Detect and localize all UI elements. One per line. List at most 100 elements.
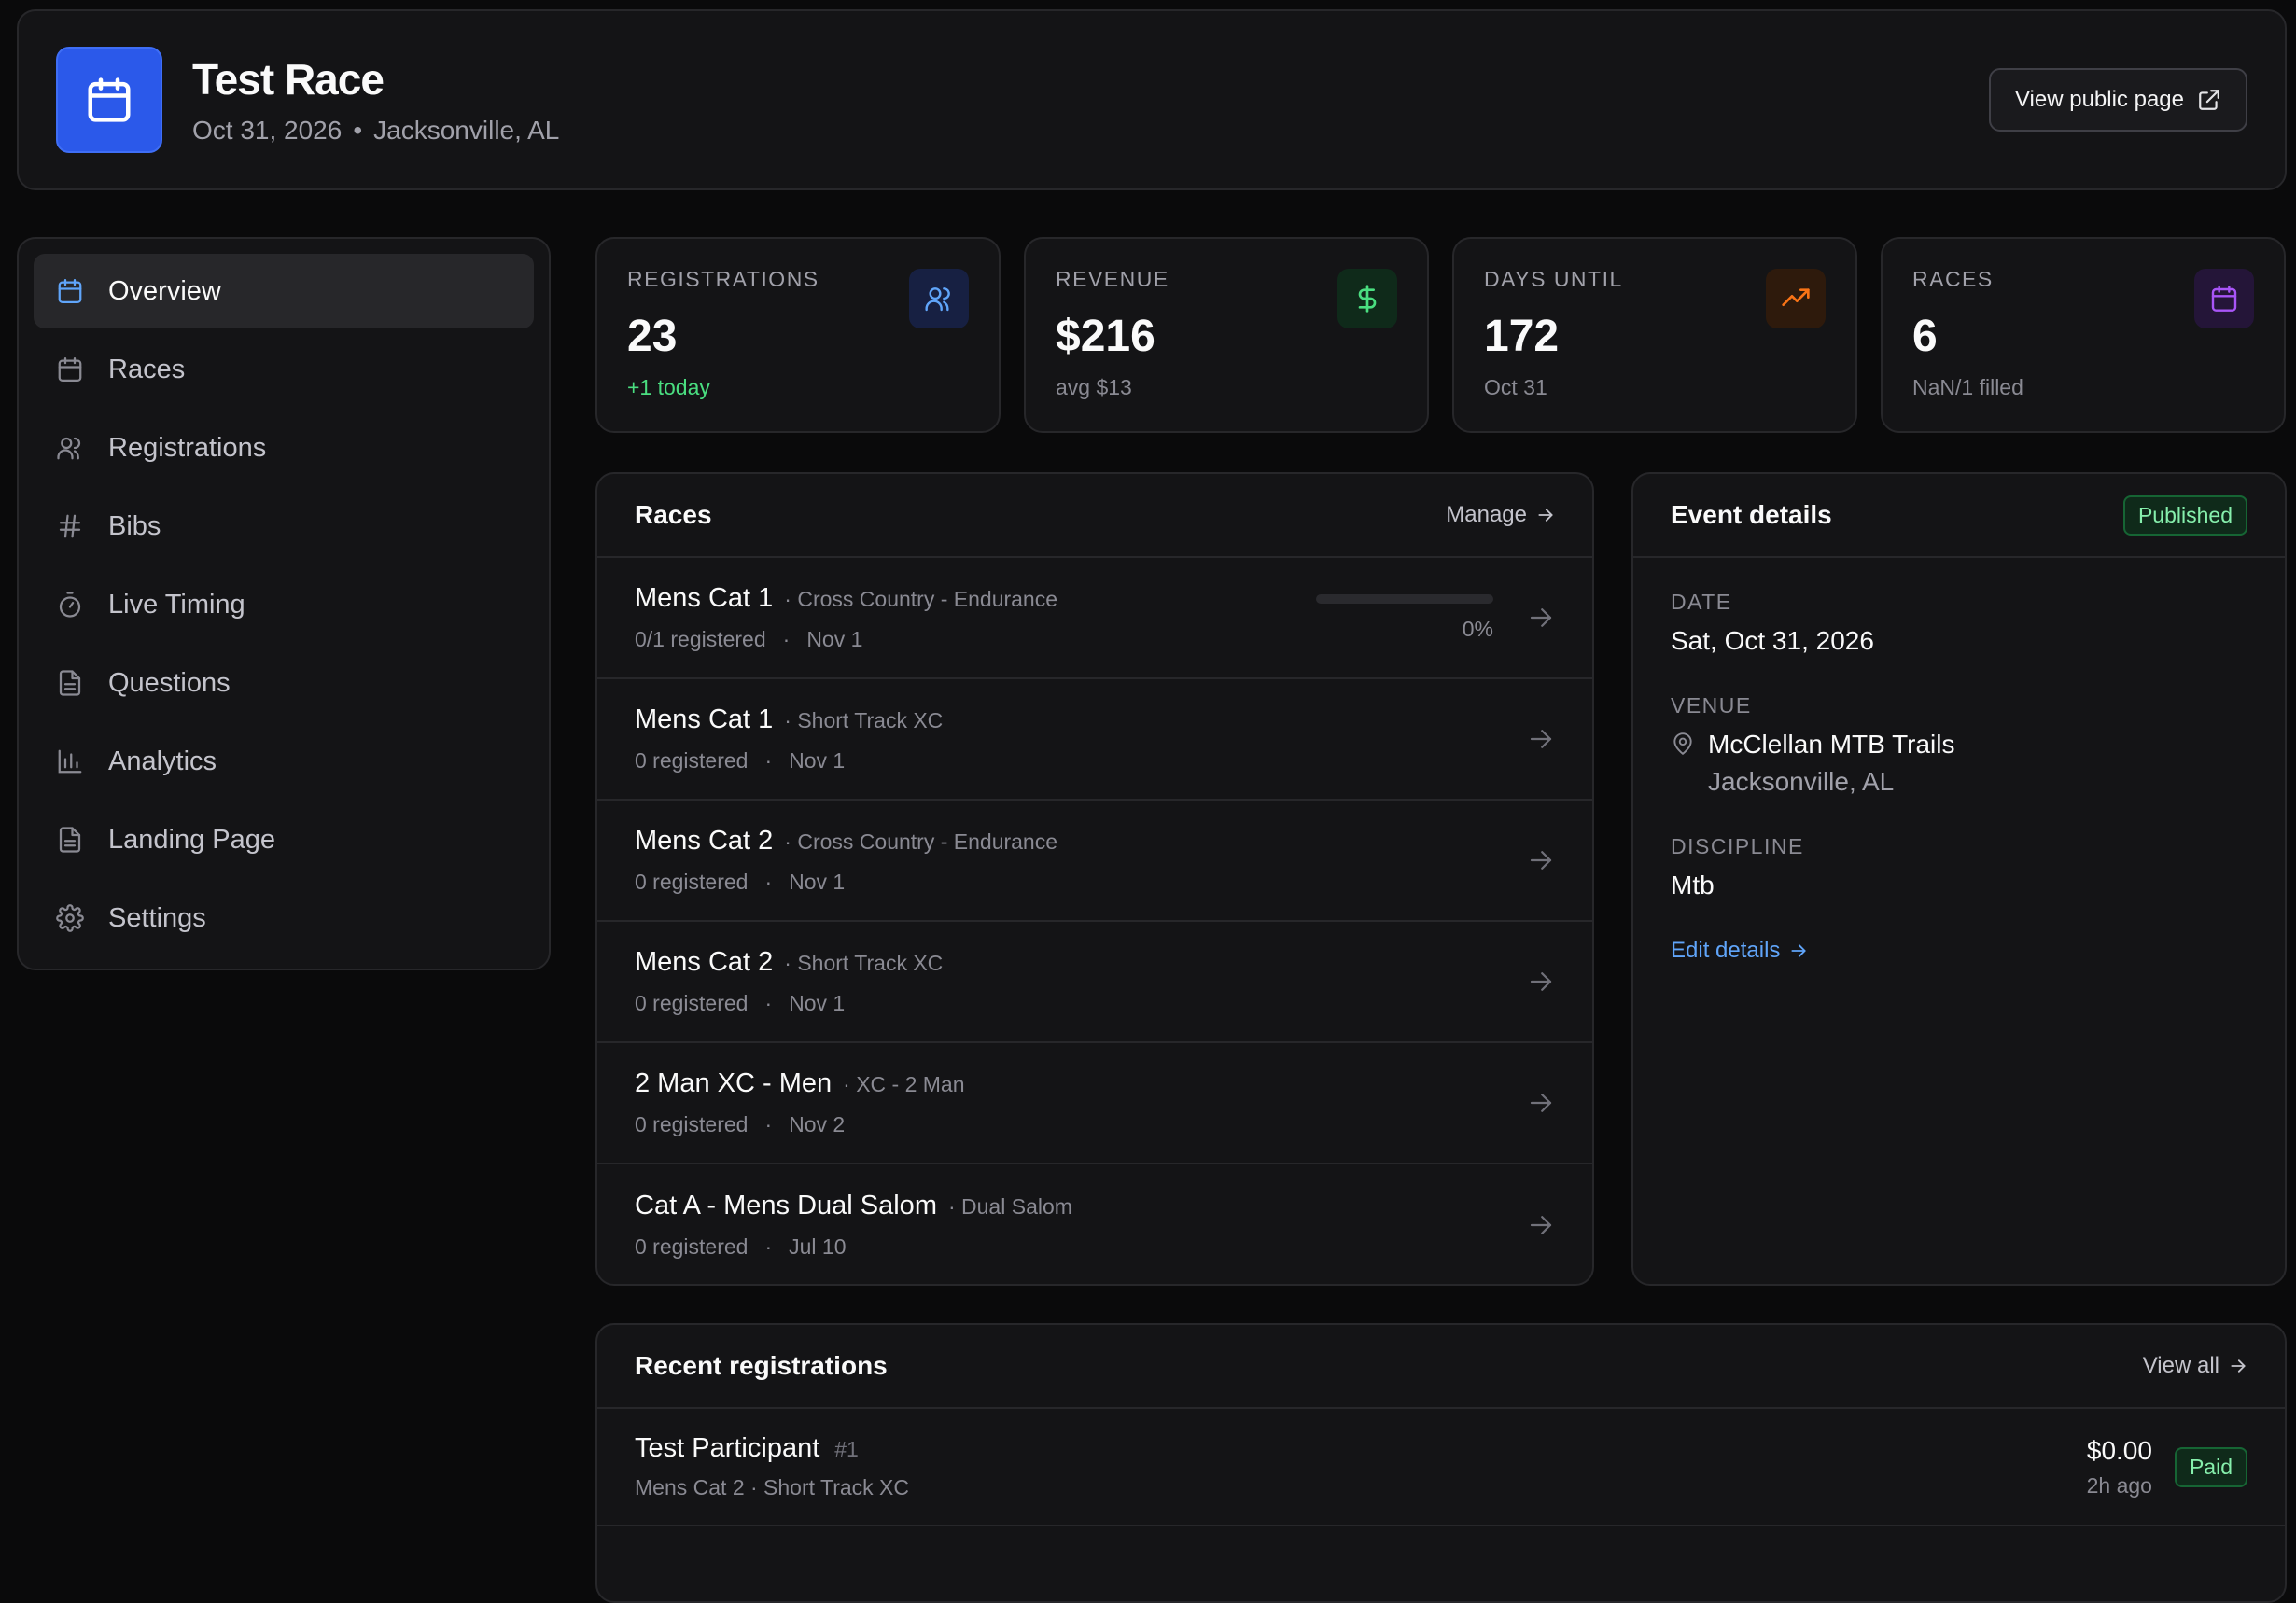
race-name: Mens Cat 1 — [635, 704, 774, 734]
event-date: Oct 31, 2026 — [192, 116, 343, 145]
arrow-right-icon — [1527, 1089, 1555, 1117]
race-name: Cat A - Mens Dual Salom — [635, 1191, 937, 1220]
detail-label: DISCIPLINE — [1671, 834, 1804, 858]
external-link-icon — [2197, 88, 2221, 112]
edit-details-link[interactable]: Edit details — [1671, 938, 2247, 964]
race-date: Jul 10 — [789, 1234, 847, 1259]
race-meta-separator: · — [764, 1112, 773, 1136]
registration-row[interactable]: Test Participant #1 Mens Cat 2 · Short T… — [597, 1409, 2285, 1526]
stat-sub: avg $13 — [1056, 375, 1132, 399]
view-all-link[interactable]: View all — [2143, 1353, 2247, 1379]
sidebar-item-registrations[interactable]: Registrations — [34, 411, 534, 485]
sidebar: Overview Races Registrations Bibs Live T… — [17, 237, 551, 970]
event-meta: Oct 31, 2026 • Jacksonville, AL — [192, 116, 559, 146]
calendar-icon — [56, 277, 84, 305]
venue-name: McClellan MTB Trails — [1708, 730, 1955, 759]
sidebar-item-label: Landing Page — [108, 824, 275, 855]
arrow-right-icon — [1527, 604, 1555, 632]
race-registered: 0 registered — [635, 748, 749, 773]
sidebar-item-label: Races — [108, 354, 186, 384]
race-meta-separator: · — [782, 627, 791, 651]
map-pin-icon — [1671, 730, 1695, 797]
recent-registrations-title: Recent registrations — [635, 1351, 888, 1380]
arrow-right-icon — [1527, 1211, 1555, 1239]
race-name: 2 Man XC - Men — [635, 1068, 833, 1098]
sidebar-item-races[interactable]: Races — [34, 332, 534, 407]
race-name: Mens Cat 2 — [635, 947, 774, 977]
arrow-right-icon — [1527, 846, 1555, 874]
bar-chart-icon — [56, 747, 84, 775]
event-header: Test Race Oct 31, 2026 • Jacksonville, A… — [17, 9, 2287, 190]
race-registered: 0 registered — [635, 1234, 749, 1259]
race-name: Mens Cat 1 — [635, 583, 774, 613]
race-registered: 0 registered — [635, 1112, 749, 1136]
page-title: Test Race — [192, 55, 385, 104]
races-panel-title: Races — [635, 500, 712, 529]
sidebar-item-live-timing[interactable]: Live Timing — [34, 567, 534, 642]
detail-discipline: DISCIPLINE Mtb — [1671, 834, 2247, 900]
race-meta-separator: · — [764, 1234, 773, 1259]
view-public-page-label: View public page — [2014, 87, 2184, 112]
users-icon — [56, 434, 84, 462]
sidebar-item-landing-page[interactable]: Landing Page — [34, 802, 534, 877]
arrow-right-icon — [1527, 725, 1555, 753]
stopwatch-icon — [56, 591, 84, 619]
participant-bib: #1 — [834, 1437, 859, 1461]
stat-card-days-until: DAYS UNTIL 172 Oct 31 — [1452, 237, 1857, 433]
race-row[interactable]: Cat A - Mens Dual Salom · Dual Salom 0 r… — [597, 1164, 1592, 1284]
sidebar-item-label: Analytics — [108, 746, 217, 776]
sidebar-item-settings[interactable]: Settings — [34, 881, 534, 955]
race-row[interactable]: Mens Cat 2 · Short Track XC 0 registered… — [597, 922, 1592, 1043]
sidebar-item-label: Questions — [108, 667, 231, 698]
stat-sub: +1 today — [627, 375, 710, 399]
race-registered: 0 registered — [635, 991, 749, 1015]
race-discipline: · Short Track XC — [784, 951, 944, 975]
manage-races-link[interactable]: Manage — [1446, 502, 1555, 528]
recent-registrations-panel: Recent registrations View all Test Parti… — [595, 1323, 2287, 1603]
race-discipline: · Short Track XC — [784, 708, 944, 732]
stat-card-races: RACES 6 NaN/1 filled — [1881, 237, 2286, 433]
edit-details-label: Edit details — [1671, 938, 1781, 963]
sidebar-item-label: Live Timing — [108, 589, 245, 620]
dollar-icon — [1337, 269, 1397, 328]
hash-icon — [56, 512, 84, 540]
race-discipline: · Cross Country - Endurance — [784, 587, 1058, 611]
sidebar-item-bibs[interactable]: Bibs — [34, 489, 534, 564]
race-row[interactable]: Mens Cat 1 · Cross Country - Endurance 0… — [597, 558, 1592, 679]
calendar-icon — [2194, 269, 2254, 328]
event-logo — [56, 47, 162, 153]
race-date: Nov 1 — [806, 627, 863, 651]
document-icon — [56, 669, 84, 697]
race-row[interactable]: Mens Cat 1 · Short Track XC 0 registered… — [597, 679, 1592, 801]
stat-sub: Oct 31 — [1484, 375, 1547, 399]
document-icon — [56, 826, 84, 854]
sidebar-item-questions[interactable]: Questions — [34, 646, 534, 720]
sidebar-item-label: Overview — [108, 275, 221, 306]
calendar-icon — [84, 75, 134, 125]
progress-track — [1316, 593, 1493, 604]
venue-city: Jacksonville, AL — [1708, 767, 1895, 796]
arrow-right-icon — [1527, 968, 1555, 996]
race-discipline: · XC - 2 Man — [843, 1072, 965, 1096]
detail-label: DATE — [1671, 590, 1732, 614]
sidebar-item-analytics[interactable]: Analytics — [34, 724, 534, 799]
detail-venue: VENUE McClellan MTB Trails Jacksonville,… — [1671, 693, 2247, 797]
arrow-right-icon — [2229, 1357, 2247, 1375]
event-details-title: Event details — [1671, 500, 1832, 529]
view-all-label: View all — [2142, 1353, 2219, 1378]
trending-up-icon — [1766, 269, 1826, 328]
participant-race: Mens Cat 2 · Short Track XC — [635, 1475, 909, 1499]
sidebar-item-overview[interactable]: Overview — [34, 254, 534, 328]
race-meta-separator: · — [764, 748, 773, 773]
detail-value: Mtb — [1671, 871, 1715, 899]
event-details-panel: Event details Published DATE Sat, Oct 31… — [1631, 472, 2287, 1286]
calendar-icon — [56, 355, 84, 383]
view-public-page-button[interactable]: View public page — [1988, 68, 2247, 132]
race-meta-separator: · — [764, 870, 773, 894]
race-row[interactable]: Mens Cat 2 · Cross Country - Endurance 0… — [597, 801, 1592, 922]
registration-amount: $0.00 — [2086, 1435, 2152, 1465]
race-discipline: · Dual Salom — [947, 1194, 1072, 1219]
race-registered: 0/1 registered — [635, 627, 766, 651]
race-row[interactable]: 2 Man XC - Men · XC - 2 Man 0 registered… — [597, 1043, 1592, 1164]
detail-date: DATE Sat, Oct 31, 2026 — [1671, 590, 2247, 656]
